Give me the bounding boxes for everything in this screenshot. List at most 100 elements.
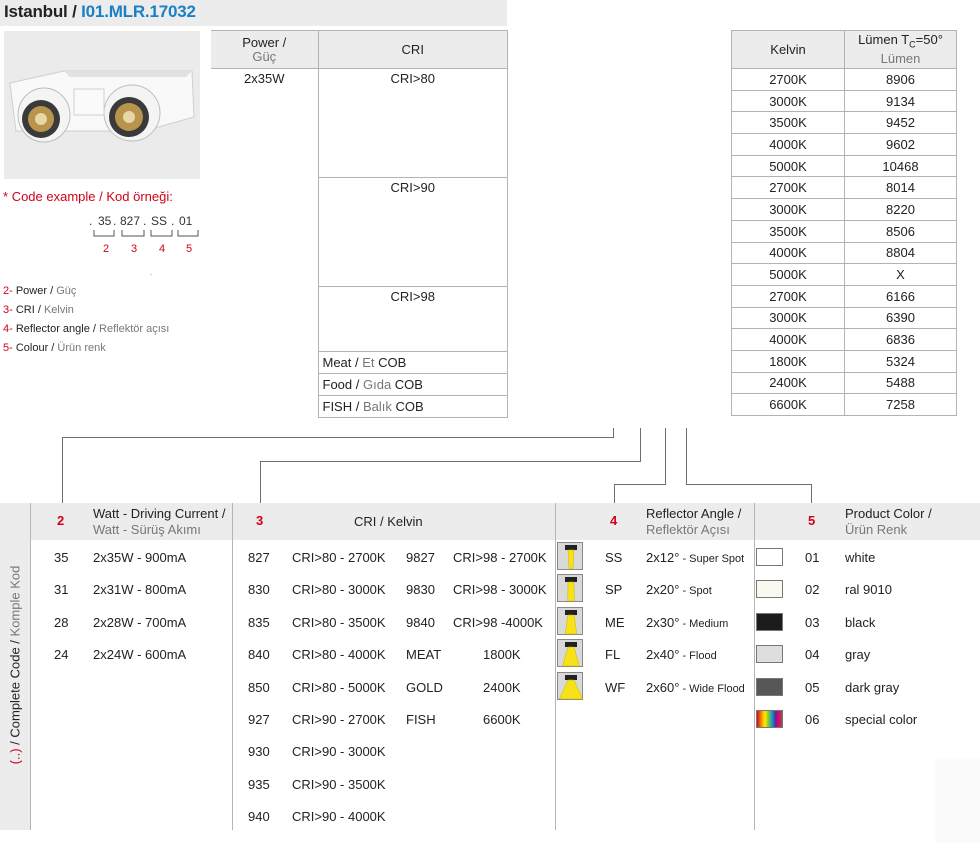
cri-code: FISH [406,712,436,727]
kelvin-cell: 3000K [731,306,845,330]
cri-group: CRI>90 [317,177,508,287]
lumen-row: 2400K 5488 [731,371,957,395]
connector-line [686,484,812,485]
lumen-row: 2700K 8906 [731,68,957,91]
beam-angle-icon [557,671,584,700]
watt-title: Watt - Driving Current / Watt - Sürüş Akı… [93,506,226,537]
watt-code: 28 [54,614,69,630]
kelvin-cell: 1800K [731,349,845,373]
lumen-table: Kelvin Lümen TC=50° Lümen 2700K 8906 3000K 9… [731,30,957,416]
color-code: 01 [805,550,820,565]
connector-line [260,461,261,503]
reflector-code: WF [605,679,626,695]
lumen-row: 3000K 8220 [731,198,957,221]
section-number: 5 [808,513,816,528]
lumen-row: 4000K 8804 [731,241,957,265]
code-part: 01 [179,214,193,228]
reflector-code: FL [605,647,621,663]
code-brackets [93,230,199,237]
power-cri-table: Power / Güç CRI 2x35W CRI>80 CRI>90 CRI>9… [211,30,508,418]
color-swatch [756,548,783,566]
legend-item: 2- Power / Güç [3,285,77,297]
code-part: . [89,214,93,228]
column-divider [232,503,233,830]
kelvin-cell: 2400K [731,371,845,395]
special-row: Food / Gıda COB [317,373,508,396]
color-name: gray [845,647,871,663]
lumen-cell: 5324 [844,349,957,373]
lumen-cell: 6166 [844,284,957,308]
kelvin-cell: 3000K [731,89,845,113]
code-number: 4 [159,243,166,255]
watt-desc: 2x24W - 600mA [93,647,187,663]
page-title: Istanbul / I01.MLR.17032 [4,2,196,21]
cri-code: 850 [248,679,270,695]
cri-desc: CRI>98 - 2700K [453,550,547,565]
cri-desc: CRI>90 - 2700K [292,712,386,727]
reflector-desc: 2x12° - Super Spot [646,550,745,565]
lumen-cell: 10468 [844,154,957,178]
cri-code: 9827 [406,550,435,565]
beam-angle-icon [557,606,583,635]
lumen-cell: 8506 [844,219,957,243]
cri-code: 840 [248,647,270,663]
color-swatch [756,612,783,631]
lumen-row: 2700K 6166 [731,284,957,308]
color-name: black [845,614,876,630]
cri-code: 927 [248,712,270,727]
lumen-row: 3500K 8506 [731,219,957,243]
cri-group: CRI>80 [317,68,508,178]
kelvin-cell: 5000K [731,154,845,178]
color-name: white [845,550,876,565]
cri-desc: 2400K [483,679,521,695]
cri-desc: CRI>80 - 5000K [292,679,386,695]
watt-desc: 2x28W - 700mA [93,614,187,630]
lumen-row: 5000K 10468 [731,154,957,178]
lumen-row: 3000K 6390 [731,306,957,330]
kelvin-cell: 3500K [731,219,845,243]
lumen-cell: 8906 [844,68,957,91]
cri-desc: CRI>98 - 3000K [453,582,547,598]
connector-line [614,484,666,485]
cri-code: 827 [248,550,270,565]
cri-code: 9840 [406,614,435,630]
lumen-cell: 9134 [844,89,957,113]
power-value: 2x35W [211,68,319,418]
beam-angle-icon [557,639,583,668]
column-divider [30,503,31,830]
cri-desc: CRI>80 - 3000K [292,582,386,598]
cri-desc: CRI>98 -4000K [453,614,543,630]
reflector-desc: 2x30° - Medium [646,614,729,630]
color-code: 04 [805,647,820,663]
special-row: Meat / Et COB [317,351,508,374]
kelvin-cell: 2700K [731,284,845,308]
kelvin-cell: 5000K [731,263,845,286]
cri-group: CRI>98 [317,286,508,352]
legend-item: 5- Colour / Ürün renk [3,342,106,354]
beam-angle-icon [557,542,583,570]
color-swatch [756,580,783,599]
cri-code: MEAT [406,647,442,663]
connector-line [614,484,615,503]
corner-shade [935,758,980,843]
lumen-cell: 8220 [844,198,957,221]
kelvin-cell: 2700K [731,68,845,91]
color-code: 06 [805,712,820,727]
code-part: SS [151,214,168,228]
watt-code: 35 [54,550,69,565]
column-divider [555,503,556,830]
color-name: dark gray [845,679,900,695]
cri-code: 935 [248,776,270,792]
color-code: 02 [805,582,820,598]
cri-code: 940 [248,809,270,825]
connector-line [640,428,641,462]
lumen-cell: 9452 [844,111,957,135]
connector-line [686,428,687,485]
lumen-row: 3500K 9452 [731,111,957,135]
cri-desc: CRI>90 - 3000K [292,744,386,760]
cri-code: 830 [248,582,270,598]
lumen-cell: 8804 [844,241,957,265]
cri-title: CRI / Kelvin [354,514,423,529]
reflector-code: ME [605,614,625,630]
kelvin-cell: 2700K [731,176,845,200]
